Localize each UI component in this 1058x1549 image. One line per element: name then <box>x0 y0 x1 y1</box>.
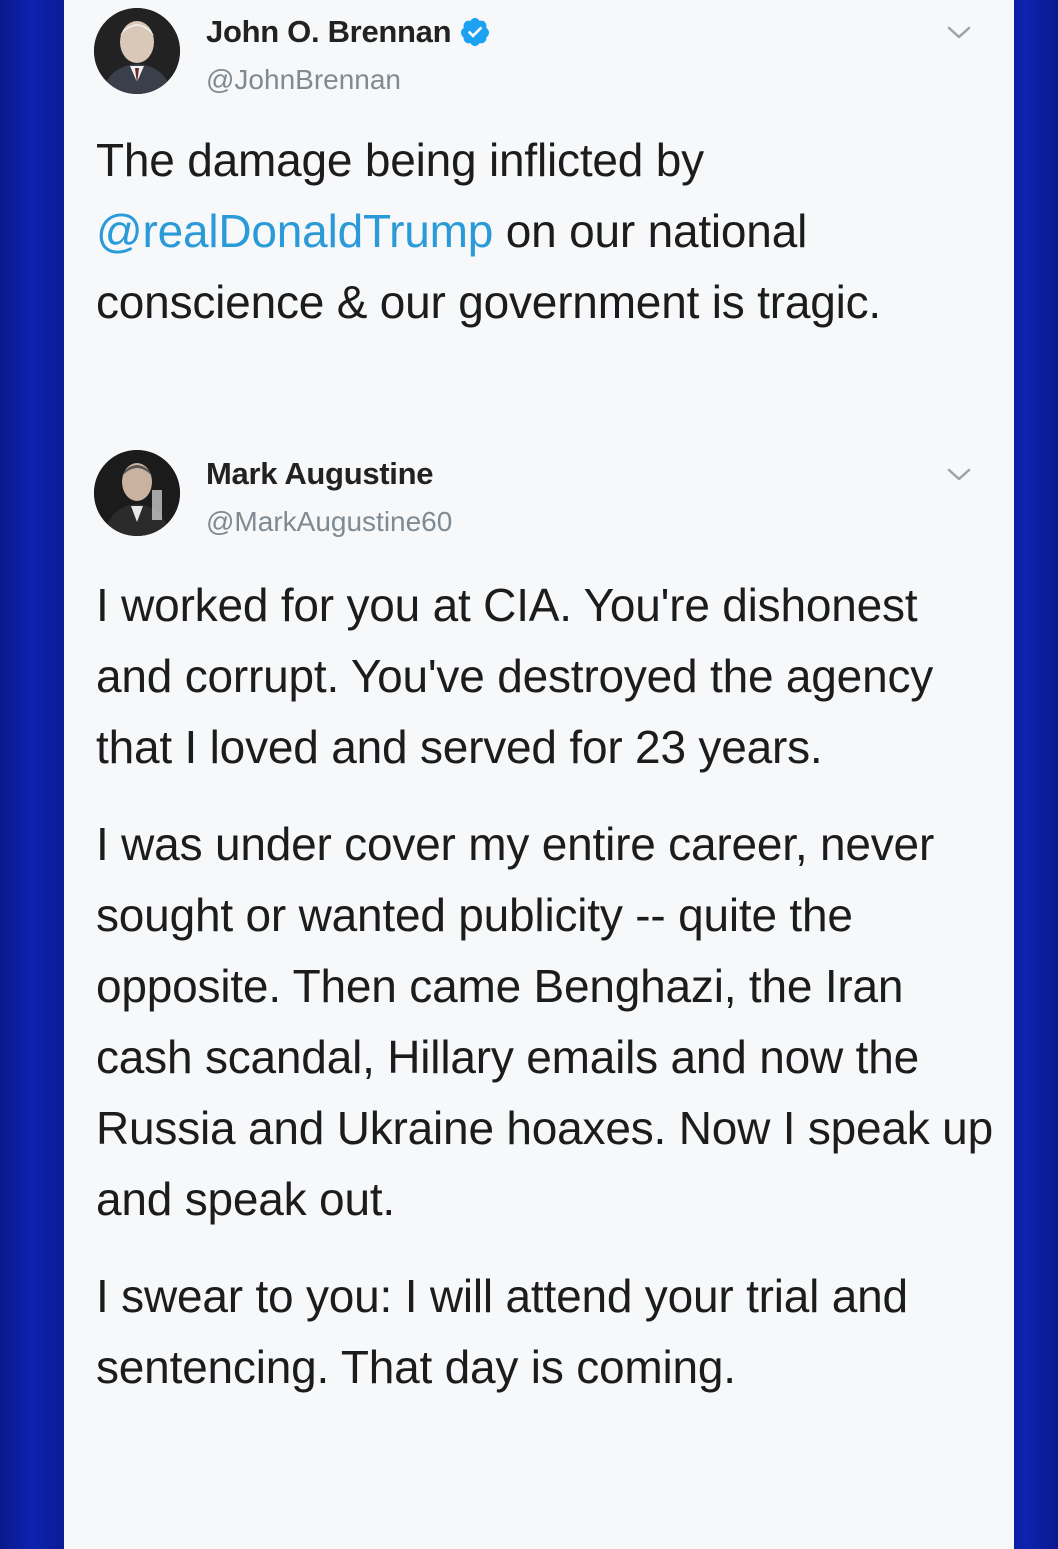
author-name[interactable]: John O. Brennan <box>206 14 452 50</box>
tweet-header-augustine: Mark Augustine @MarkAugustine60 <box>94 450 994 550</box>
verified-badge-icon <box>461 18 490 46</box>
tweet-paragraph: I swear to you: I will attend your trial… <box>96 1270 908 1393</box>
tweet-text-brennan: The damage being inflicted by @realDonal… <box>96 125 976 338</box>
author-name-row: John O. Brennan <box>206 14 491 50</box>
tweet-paragraph: I was under cover my entire career, neve… <box>96 818 993 1225</box>
author-handle[interactable]: @JohnBrennan <box>206 64 401 96</box>
author-name[interactable]: Mark Augustine <box>206 456 433 492</box>
tweet-paragraph: The damage being inflicted by @realDonal… <box>96 125 976 338</box>
mention-link[interactable]: @realDonaldTrump <box>96 205 493 257</box>
avatar[interactable] <box>94 8 180 94</box>
chevron-down-icon[interactable] <box>944 22 974 42</box>
tweet-paragraph: I worked for you at CIA. You're dishones… <box>96 579 934 773</box>
author-name-row: Mark Augustine <box>206 456 433 492</box>
tweet-text-augustine: I worked for you at CIA. You're dishones… <box>96 570 996 1403</box>
chevron-down-icon[interactable] <box>944 464 974 484</box>
avatar[interactable] <box>94 450 180 536</box>
tweet-text-before: The damage being inflicted by <box>96 134 704 186</box>
author-handle[interactable]: @MarkAugustine60 <box>206 506 452 538</box>
avatar-photo-icon <box>94 450 180 536</box>
tweet-card: John O. Brennan @JohnBrennan The damage … <box>64 0 1014 1549</box>
tweet-header-brennan: John O. Brennan @JohnBrennan <box>94 8 994 108</box>
avatar-photo-icon <box>94 8 180 94</box>
